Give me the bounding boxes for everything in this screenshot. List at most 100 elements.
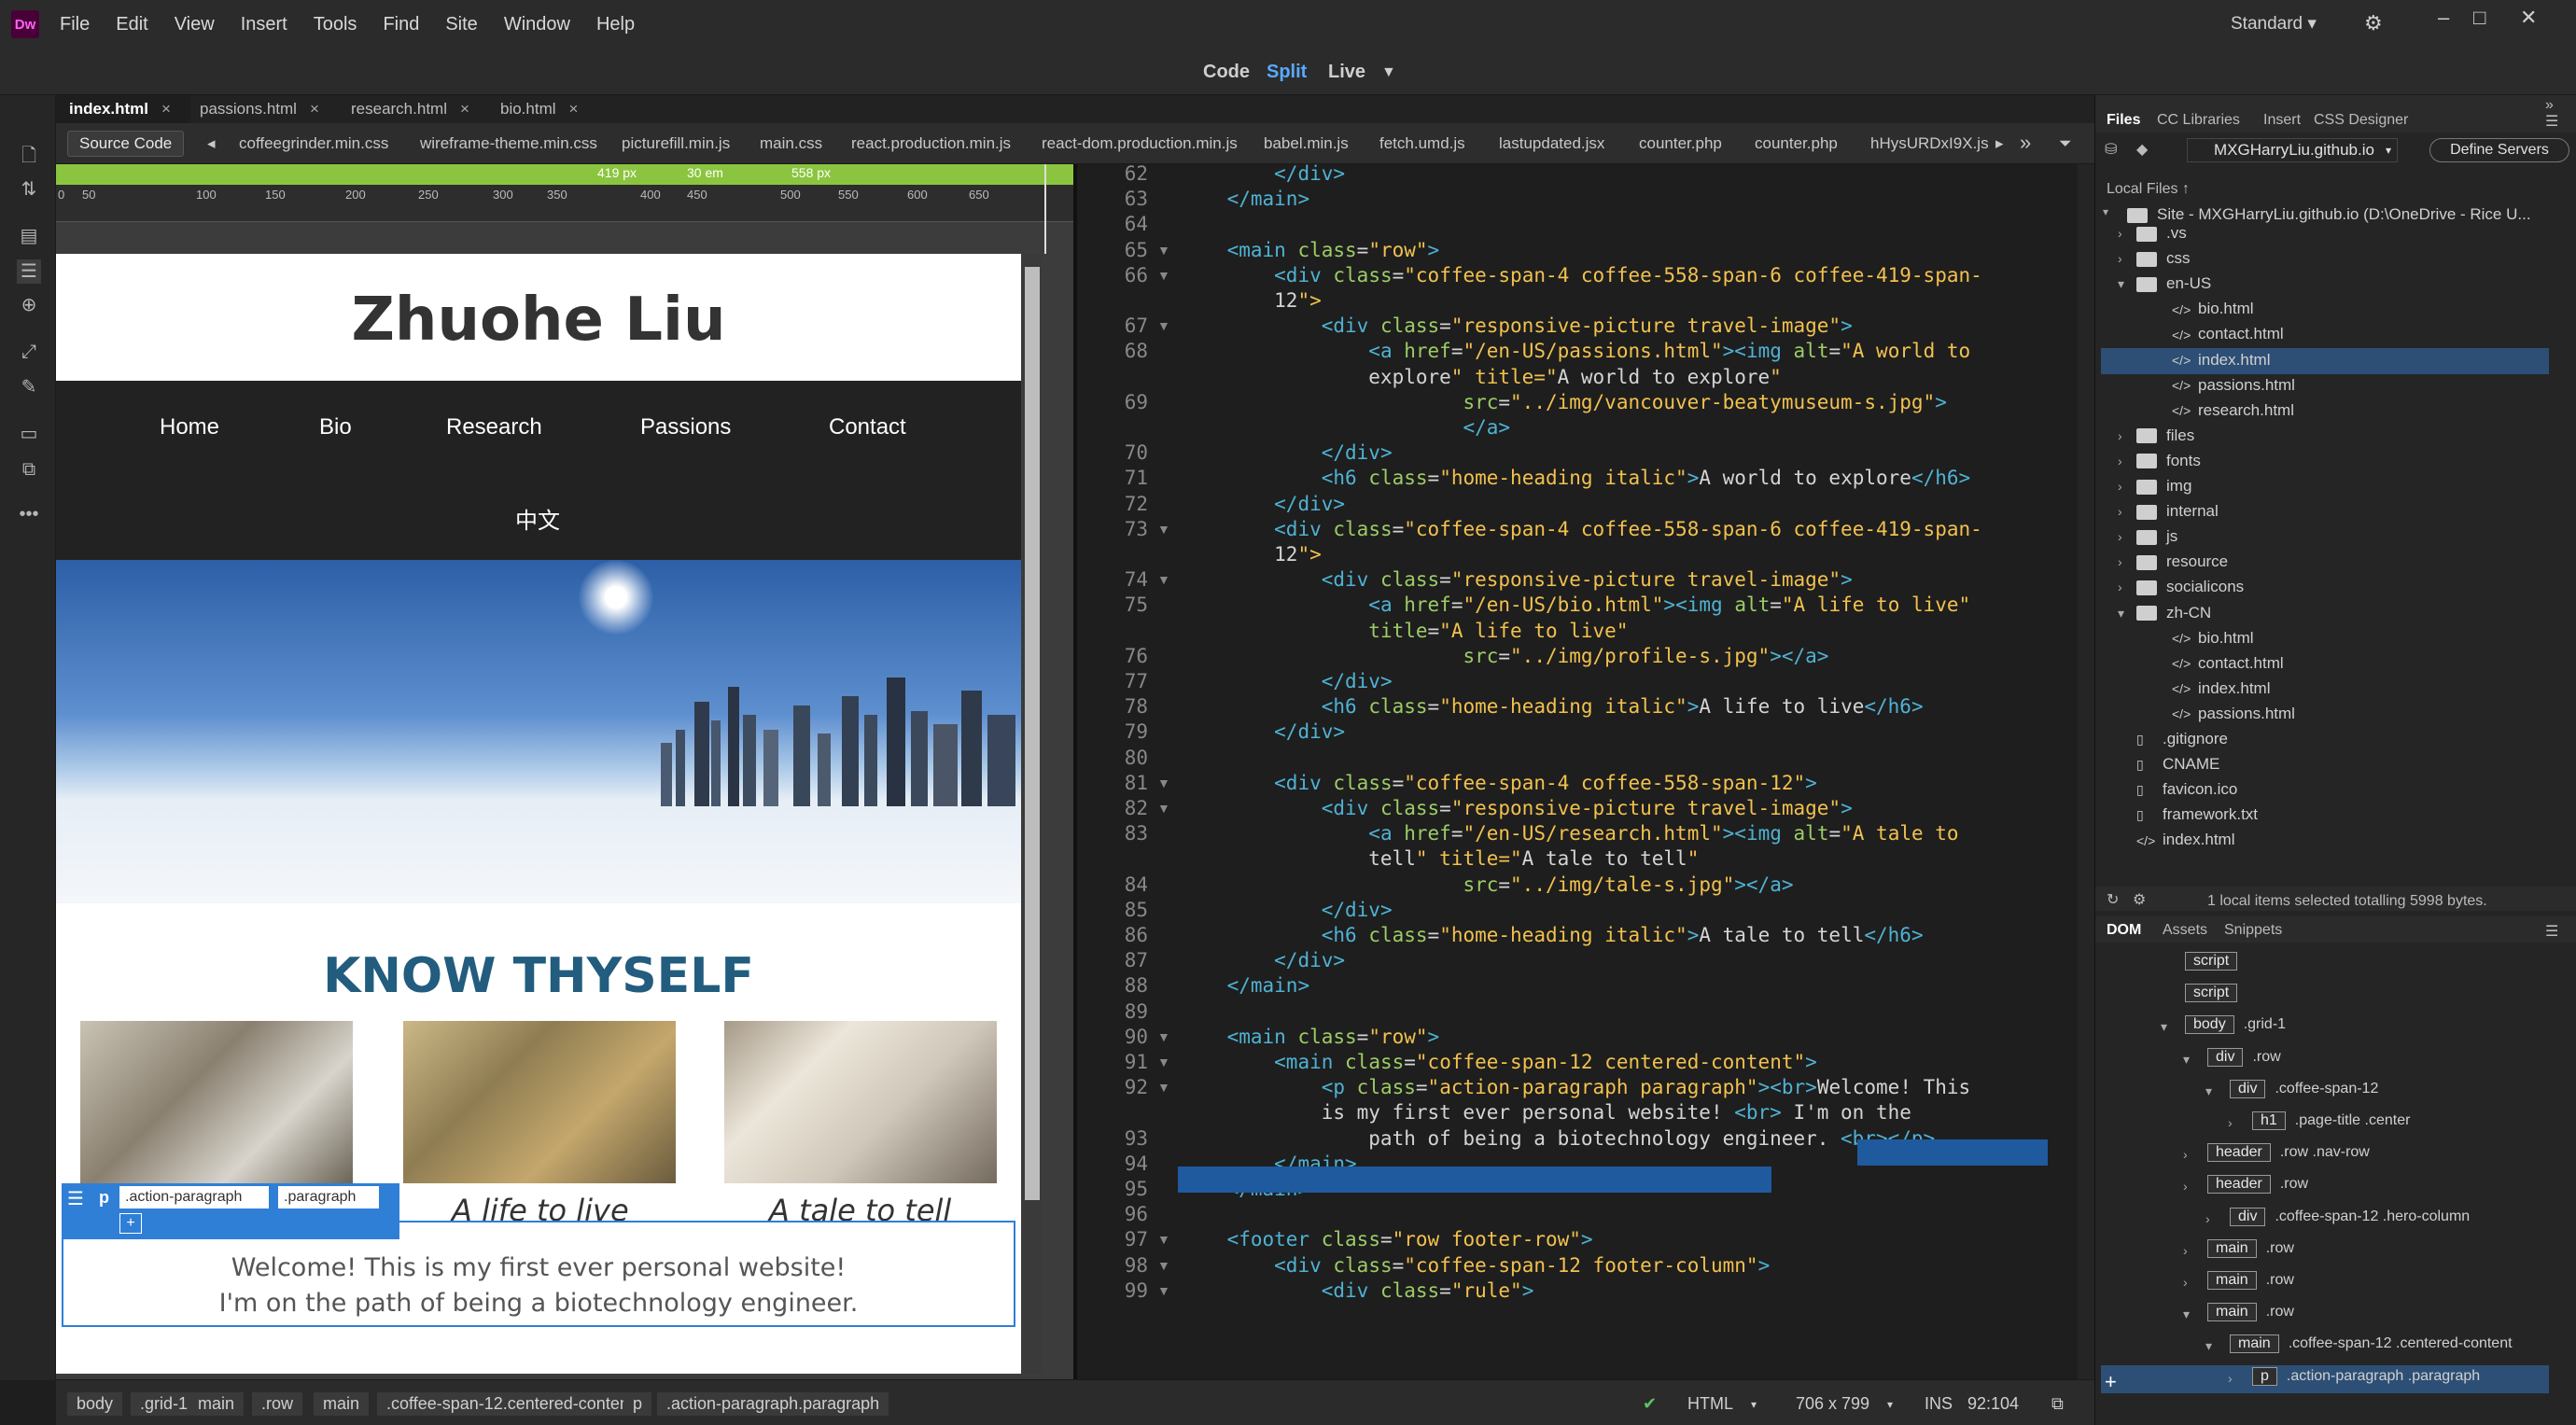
related-file[interactable]: coffeegrinder.min.css [239,134,388,153]
menu-edit[interactable]: Edit [116,14,147,35]
file-tree-item[interactable]: js [2136,527,2177,546]
media-query-419[interactable]: 419 px [597,165,637,180]
hud-class-1[interactable]: .action-paragraph [119,1186,269,1208]
file-tree-item[interactable]: .vs [2136,224,2187,243]
comment-icon[interactable]: ▭ [17,422,41,446]
sync-settings-icon[interactable]: ⚙ [2364,11,2383,35]
fold-arrow-icon[interactable]: ▼ [1157,1283,1170,1298]
panel-menu-icon[interactable]: ☰ [2545,112,2558,131]
scroll-right-icon[interactable]: ▸ [1995,134,2004,153]
source-code-button[interactable]: Source Code [67,131,185,157]
fold-arrow-icon[interactable]: ▼ [1157,522,1170,537]
tree-arrow-icon[interactable]: › [2228,1115,2233,1130]
wrap-tag-icon[interactable]: ⧉ [17,457,41,482]
close-tab-icon[interactable]: × [569,100,579,118]
filter-icon[interactable]: ⏷ [2059,134,2072,153]
tag-selector-row[interactable]: .row [252,1392,303,1416]
file-tree-item[interactable]: zh-CN [2136,604,2211,622]
define-servers-button[interactable]: Define Servers [2429,138,2569,162]
media-query-558[interactable]: 558 px [791,165,831,180]
panel-tab-cc-libraries[interactable]: CC Libraries [2157,112,2240,129]
file-tree-item[interactable]: </> passions.html [2172,705,2295,723]
tab-bio[interactable]: bio.html × [487,95,578,123]
code-view-button[interactable]: Code [1203,62,1250,83]
file-tree-item[interactable]: resource [2136,552,2228,571]
tag-selector-grid[interactable]: .grid-1 [131,1392,198,1416]
pen-icon[interactable]: ✎ [17,375,41,399]
code-view-pane[interactable]: 62 </div> 63 </main> 64 65 ▼ <main class="ro… [1077,164,2094,1379]
live-preview-icon[interactable]: ⧉ [2051,1394,2064,1414]
tag-selector-body[interactable]: body [67,1392,123,1416]
dom-tree-node[interactable]: header .row .nav-row [2207,1143,2370,1163]
related-file[interactable]: babel.min.js [1264,134,1349,153]
dom-tree-node[interactable]: body .grid-1 [2185,1015,2286,1035]
log-icon[interactable]: ⚙ [2133,890,2146,909]
calligraphy-photo[interactable] [724,1021,997,1183]
file-tree-item[interactable]: img [2136,477,2191,496]
connect-icon[interactable]: ⛁ [2105,140,2123,159]
panel-menu-icon[interactable]: ☰ [2545,922,2558,941]
menu-insert[interactable]: Insert [241,14,287,35]
maximize-icon[interactable]: □ [2473,6,2485,30]
tag-selector-paragraph[interactable]: .action-paragraph.paragraph [657,1392,889,1416]
dom-tree-node[interactable]: script [2185,984,2247,1003]
related-file[interactable]: fetch.umd.js [1379,134,1465,153]
fold-arrow-icon[interactable]: ▼ [1157,1080,1170,1095]
fold-arrow-icon[interactable]: ▼ [1157,1232,1170,1247]
menu-find[interactable]: Find [383,14,419,35]
tree-arrow-icon[interactable]: ▾ [2103,205,2112,218]
file-tree-item[interactable]: </> passions.html [2172,376,2295,395]
document-type[interactable]: HTML [1687,1394,1733,1414]
dom-tree-node[interactable]: main .row [2207,1271,2294,1290]
file-tree-item[interactable]: </> index.html [2172,679,2270,698]
tree-arrow-icon[interactable]: › [2118,226,2122,241]
live-options-icon[interactable]: ▼ [1381,64,1396,81]
file-tree-item[interactable]: ▯ favicon.ico [2136,780,2237,799]
menu-file[interactable]: File [60,14,90,35]
code-scrollbar[interactable] [2078,164,2094,1379]
fold-arrow-icon[interactable]: ▼ [1157,1055,1170,1069]
menu-window[interactable]: Window [504,14,570,35]
tab-passions[interactable]: passions.html × [187,95,319,123]
viewport-resize-handle[interactable] [1044,164,1046,254]
panel-tab-files[interactable]: Files [2107,112,2140,129]
live-view-button[interactable]: Live [1328,62,1365,83]
file-tree-item[interactable]: </> bio.html [2172,300,2254,318]
open-documents-icon[interactable]: 🗋 [17,144,41,168]
split-view-button[interactable]: Split [1267,62,1307,83]
fold-arrow-icon[interactable]: ▼ [1157,1029,1170,1044]
related-file[interactable]: picturefill.min.js [622,134,730,153]
tree-arrow-icon[interactable]: › [2183,1275,2188,1290]
site-root[interactable]: Site - MXGHarryLiu.github.io (D:\OneDriv… [2127,205,2566,224]
dom-tree-node[interactable]: header .row [2207,1175,2308,1194]
file-tree-item[interactable]: internal [2136,502,2219,521]
file-tree-item[interactable]: </> bio.html [2172,629,2254,648]
dom-tree-node[interactable]: h1 .page-title .center [2252,1111,2410,1130]
nav-passions[interactable]: Passions [640,414,731,440]
file-tree-item[interactable]: </> research.html [2172,401,2294,420]
fold-arrow-icon[interactable]: ▼ [1157,1258,1170,1273]
hud-class-2[interactable]: .paragraph [278,1186,379,1208]
fold-arrow-icon[interactable]: ▼ [1157,268,1170,283]
tree-arrow-icon[interactable]: ▾ [2118,276,2124,292]
close-tab-icon[interactable]: × [310,100,319,118]
tree-arrow-icon[interactable]: › [2118,580,2122,594]
nav-contact[interactable]: Contact [829,414,906,440]
fold-arrow-icon[interactable]: ▼ [1157,318,1170,333]
tree-arrow-icon[interactable]: ▾ [2161,1019,2167,1035]
tree-arrow-icon[interactable]: › [2118,428,2122,443]
tree-arrow-icon[interactable]: ▾ [2118,606,2124,622]
dom-tree-node[interactable]: main .row [2207,1238,2294,1258]
tree-arrow-icon[interactable]: › [2205,1211,2210,1226]
file-management-icon[interactable]: ⇅ [17,177,41,202]
dom-tree-node[interactable]: p .action-paragraph .paragraph [2252,1366,2480,1386]
expand-icon[interactable]: ⤢ [17,340,41,364]
tag-selector-main[interactable]: main [189,1392,245,1416]
tree-arrow-icon[interactable]: › [2183,1243,2188,1258]
tree-arrow-icon[interactable]: ▾ [2183,1052,2190,1068]
dom-tree-node[interactable]: script [2185,952,2247,971]
file-tree-item[interactable]: </> index.html [2136,831,2234,849]
dom-tree-node[interactable]: div .coffee-span-12 .hero-column [2230,1207,2470,1226]
dom-tree-node[interactable]: main .row [2207,1303,2294,1322]
file-tree-item[interactable]: ▯ CNAME [2136,755,2219,774]
